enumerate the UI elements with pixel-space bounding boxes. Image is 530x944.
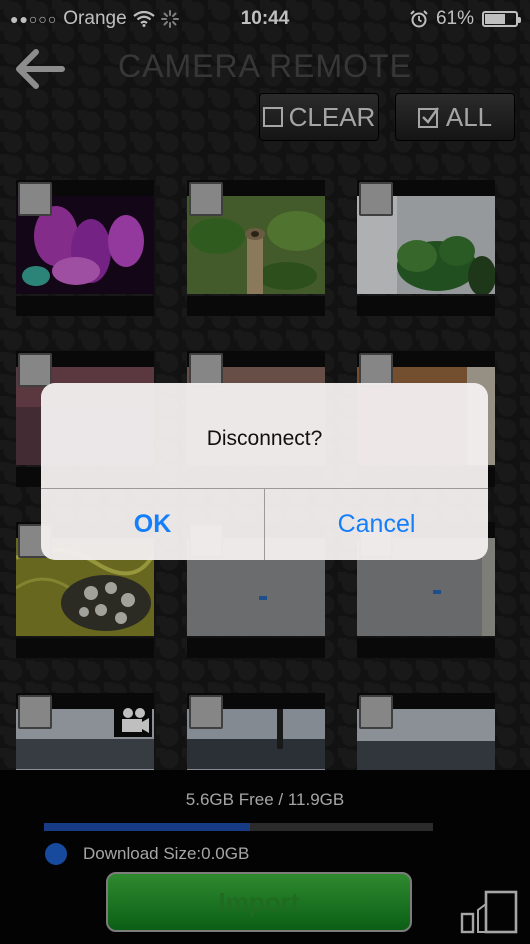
- ok-button[interactable]: OK: [41, 489, 264, 560]
- dialog-message: Disconnect?: [206, 427, 323, 450]
- cancel-button[interactable]: Cancel: [265, 489, 488, 560]
- disconnect-dialog: Disconnect? OK Cancel: [41, 383, 488, 560]
